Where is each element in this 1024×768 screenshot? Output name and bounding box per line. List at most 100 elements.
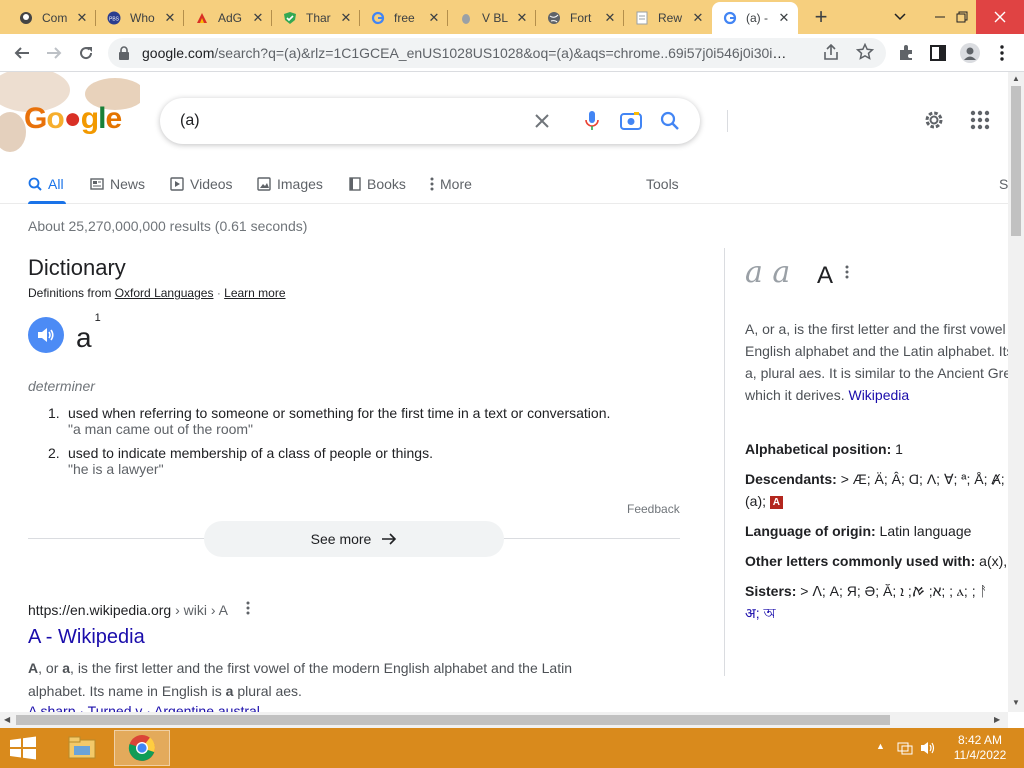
chrome-taskbar-button[interactable] bbox=[114, 730, 170, 766]
fact-value-link[interactable]: अ; অ bbox=[745, 605, 776, 621]
browser-tab-8[interactable]: Rew ✕ bbox=[624, 4, 712, 32]
scroll-right-arrow-icon[interactable]: ▶ bbox=[994, 715, 1000, 724]
fact-value: > Æ; Ä; Â; Ɑ; Ʌ; ∀; ª; Å; Ⱥ; @ bbox=[840, 471, 1008, 487]
browser-menu-button[interactable] bbox=[991, 42, 1013, 64]
cursive-letter-image: a a bbox=[745, 255, 791, 290]
url-text[interactable]: google.com/search?q=(a)&rlz=1C1GCEA_enUS… bbox=[142, 45, 792, 61]
close-icon[interactable]: ✕ bbox=[250, 10, 266, 26]
close-icon[interactable]: ✕ bbox=[74, 10, 90, 26]
close-window-button[interactable] bbox=[976, 0, 1024, 34]
extensions-button[interactable] bbox=[895, 42, 917, 64]
file-explorer-taskbar-button[interactable] bbox=[54, 730, 110, 766]
fact-value: > ᐱ; A; Я; Ə; Ă; א; ࠀ; ܐ; ; ⲁ; ; ᚨ bbox=[800, 583, 988, 599]
tab-all[interactable]: All bbox=[28, 172, 64, 196]
document-favicon-icon bbox=[634, 10, 650, 26]
close-icon[interactable]: ✕ bbox=[690, 10, 706, 26]
close-icon[interactable]: ✕ bbox=[426, 10, 442, 26]
search-icon bbox=[28, 177, 42, 191]
close-icon[interactable]: ✕ bbox=[776, 10, 792, 26]
back-button[interactable] bbox=[9, 40, 35, 66]
close-icon[interactable]: ✕ bbox=[162, 10, 178, 26]
wikipedia-link[interactable]: Wikipedia bbox=[848, 387, 909, 403]
browser-tab-4[interactable]: Thar ✕ bbox=[272, 4, 360, 32]
definition-number: 1. bbox=[48, 405, 60, 421]
system-clock[interactable]: 8:42 AM 11/4/2022 bbox=[950, 733, 1010, 763]
tab-label: All bbox=[48, 176, 64, 192]
definition-number: 2. bbox=[48, 445, 60, 461]
forward-button[interactable] bbox=[41, 40, 67, 66]
scroll-up-arrow-icon[interactable]: ▲ bbox=[1012, 74, 1020, 83]
dictionary-source: Definitions from Oxford Languages · Lear… bbox=[28, 286, 286, 300]
browser-tab-active[interactable]: (a) - ✕ bbox=[712, 2, 798, 34]
volume-icon[interactable] bbox=[920, 740, 936, 756]
tools-button[interactable]: Tools bbox=[646, 172, 679, 196]
safesearch-button[interactable]: S bbox=[999, 172, 1008, 196]
lock-icon bbox=[119, 46, 129, 60]
tab-more[interactable]: More bbox=[430, 172, 472, 196]
reload-button[interactable] bbox=[73, 40, 99, 66]
fact-value-link[interactable]: Latin language bbox=[880, 523, 972, 539]
snippet-text: plural aes. bbox=[233, 683, 302, 699]
fact-label: Language of origin: bbox=[745, 523, 876, 539]
close-icon[interactable]: ✕ bbox=[514, 10, 530, 26]
new-tab-button[interactable]: + bbox=[808, 5, 834, 31]
tab-label: More bbox=[440, 176, 472, 192]
windows-logo-icon bbox=[10, 736, 36, 760]
feedback-link[interactable]: Feedback bbox=[627, 502, 680, 516]
browser-tab-2[interactable]: PBS Who ✕ bbox=[96, 4, 184, 32]
google-apps-button[interactable] bbox=[970, 110, 990, 135]
windows-taskbar: ▲ 8:42 AM 11/4/2022 bbox=[0, 728, 1024, 768]
learn-more-link[interactable]: Learn more bbox=[224, 286, 285, 300]
vertical-scroll-thumb[interactable] bbox=[1011, 86, 1021, 236]
bookmark-star-icon[interactable] bbox=[856, 43, 874, 61]
browser-tab-1[interactable]: Com ✕ bbox=[8, 4, 96, 32]
google-doodle-logo[interactable]: Go●gle bbox=[24, 102, 122, 136]
see-more-button[interactable]: See more bbox=[204, 521, 504, 557]
knowledge-panel-options-button[interactable] bbox=[845, 265, 849, 284]
browser-tab-6[interactable]: V BL ✕ bbox=[448, 4, 536, 32]
google-favicon-icon bbox=[722, 10, 738, 26]
search-input[interactable] bbox=[180, 109, 520, 133]
network-icon[interactable] bbox=[897, 740, 913, 756]
share-icon[interactable] bbox=[822, 44, 840, 62]
oxford-languages-link[interactable]: Oxford Languages bbox=[115, 286, 214, 300]
show-hidden-icons-button[interactable]: ▲ bbox=[876, 741, 885, 751]
dictionary-word: a1 bbox=[76, 312, 101, 354]
start-button[interactable] bbox=[8, 736, 40, 760]
vertical-scrollbar[interactable]: ▲ ▼ bbox=[1008, 72, 1024, 712]
tab-news[interactable]: News bbox=[90, 172, 145, 196]
pronounce-button[interactable] bbox=[28, 317, 64, 353]
result-sitelinks[interactable]: A sharp · Turned v · Argentine austral bbox=[28, 703, 260, 712]
clear-search-button[interactable] bbox=[530, 109, 554, 133]
profile-button[interactable] bbox=[959, 42, 981, 64]
address-bar[interactable]: google.com/search?q=(a)&rlz=1C1GCEA_enUS… bbox=[108, 38, 886, 68]
tab-search-button[interactable] bbox=[880, 0, 920, 34]
close-icon[interactable]: ✕ bbox=[602, 10, 618, 26]
tab-label: Images bbox=[277, 176, 323, 192]
browser-tab-3[interactable]: AdG ✕ bbox=[184, 4, 272, 32]
browser-tab-7[interactable]: Fort ✕ bbox=[536, 4, 624, 32]
horizontal-scrollbar[interactable]: ◀ ▶ bbox=[0, 712, 1008, 728]
scroll-left-arrow-icon[interactable]: ◀ bbox=[4, 715, 10, 724]
close-icon[interactable]: ✕ bbox=[338, 10, 354, 26]
tab-videos[interactable]: Videos bbox=[170, 172, 233, 196]
scroll-down-arrow-icon[interactable]: ▼ bbox=[1012, 698, 1020, 707]
browser-tab-5[interactable]: free ✕ bbox=[360, 4, 448, 32]
more-descendants-icon[interactable]: A bbox=[769, 495, 783, 509]
speaker-icon bbox=[38, 328, 54, 342]
result-title-link[interactable]: A - Wikipedia bbox=[28, 626, 145, 649]
result-options-button[interactable] bbox=[246, 601, 250, 620]
voice-search-button[interactable] bbox=[580, 109, 604, 133]
horizontal-scroll-thumb[interactable] bbox=[16, 715, 890, 725]
fact-language-of-origin: Language of origin: Latin language bbox=[745, 520, 1008, 542]
fact-label: Sisters: bbox=[745, 583, 797, 599]
gear-icon bbox=[925, 111, 943, 129]
result-url[interactable]: https://en.wikipedia.org › wiki › A bbox=[28, 602, 228, 618]
tab-images[interactable]: Images bbox=[257, 172, 323, 196]
tab-books[interactable]: Books bbox=[349, 172, 406, 196]
settings-button[interactable] bbox=[922, 108, 946, 137]
knowledge-panel-title: A bbox=[817, 262, 834, 289]
side-panel-button[interactable] bbox=[927, 42, 949, 64]
search-submit-button[interactable] bbox=[658, 109, 682, 133]
image-search-button[interactable] bbox=[619, 109, 643, 133]
